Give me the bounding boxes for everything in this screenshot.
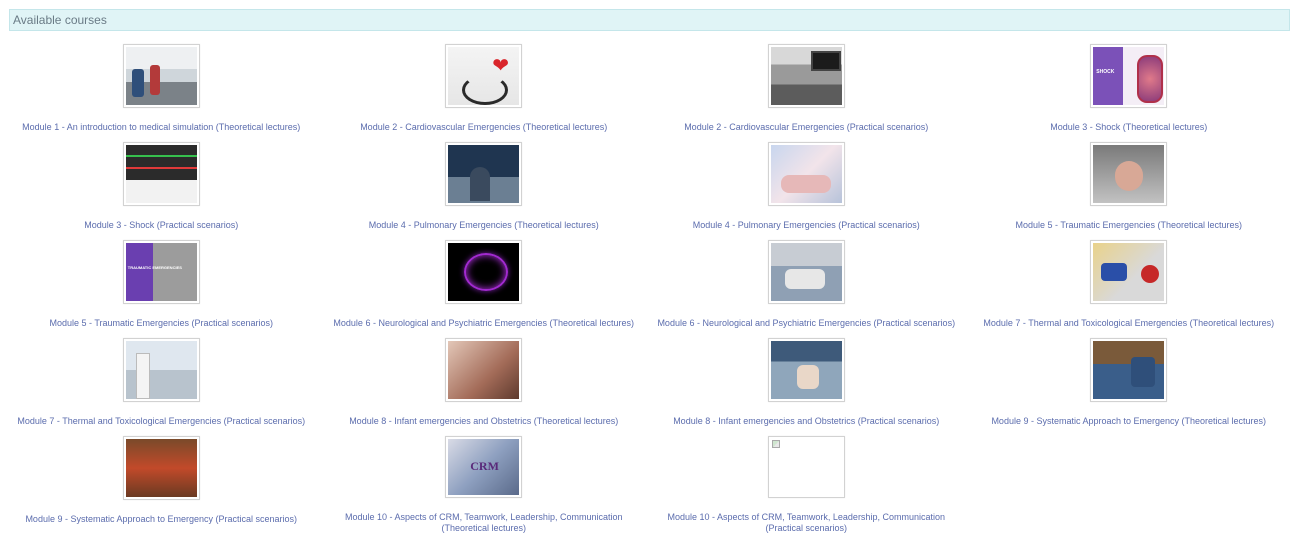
trauma-image-text: TRAUMATIC EMERGENCIES	[127, 265, 182, 270]
course-thumbnail[interactable]	[767, 436, 845, 498]
course-grid: Module 1 - An introduction to medical si…	[0, 44, 1290, 534]
course-title-link[interactable]: Module 7 - Thermal and Toxicological Eme…	[983, 318, 1274, 329]
course-title-link[interactable]: Module 4 - Pulmonary Emergencies (Practi…	[693, 220, 920, 231]
course-row: Module 7 - Thermal and Toxicological Eme…	[0, 338, 1290, 436]
simulation-room-image	[125, 47, 197, 105]
course-thumbnail[interactable]	[767, 338, 845, 402]
course-thumbnail[interactable]	[445, 142, 523, 206]
course-thumbnail[interactable]	[1090, 338, 1168, 402]
heart-stethoscope-image	[448, 47, 520, 105]
course-row: Module 3 - Shock (Practical scenarios) M…	[0, 142, 1290, 240]
course-card[interactable]: TRAUMATIC EMERGENCIES Module 5 - Traumat…	[0, 240, 323, 338]
course-title-link[interactable]: Module 9 - Systematic Approach to Emerge…	[991, 416, 1266, 427]
course-thumbnail[interactable]	[445, 240, 523, 304]
course-title-link[interactable]: Module 10 - Aspects of CRM, Teamwork, Le…	[656, 512, 956, 534]
course-title-link[interactable]: Module 4 - Pulmonary Emergencies (Theore…	[369, 220, 599, 231]
course-card[interactable]: Module 7 - Thermal and Toxicological Eme…	[968, 240, 1290, 338]
course-title-link[interactable]: Module 2 - Cardiovascular Emergencies (P…	[684, 122, 928, 133]
course-title-link[interactable]: Module 10 - Aspects of CRM, Teamwork, Le…	[334, 512, 634, 534]
course-thumbnail[interactable]	[445, 44, 523, 108]
course-card[interactable]: Module 9 - Systematic Approach to Emerge…	[968, 338, 1290, 436]
course-thumbnail[interactable]	[1090, 142, 1168, 206]
course-card[interactable]: Module 1 - An introduction to medical si…	[0, 44, 323, 142]
course-card[interactable]: Module 7 - Thermal and Toxicological Eme…	[0, 338, 323, 436]
course-card[interactable]: Module 4 - Pulmonary Emergencies (Practi…	[645, 142, 968, 240]
course-card[interactable]: Module 5 - Traumatic Emergencies (Theore…	[968, 142, 1290, 240]
course-card[interactable]: CRM Module 10 - Aspects of CRM, Teamwork…	[323, 436, 646, 534]
lab-scenario-image	[125, 341, 197, 399]
trauma-banner-image: TRAUMATIC EMERGENCIES	[125, 243, 197, 301]
broken-image	[770, 439, 842, 495]
patient-monitor-image	[770, 47, 842, 105]
pulmonary-image	[448, 145, 520, 203]
emergency-scenario-image	[125, 439, 197, 497]
toxicology-image	[1093, 243, 1165, 301]
empty-cell	[968, 436, 1290, 534]
course-card[interactable]: SHOCK Module 3 - Shock (Theoretical lect…	[968, 44, 1290, 142]
course-title-link[interactable]: Module 3 - Shock (Theoretical lectures)	[1050, 122, 1207, 133]
course-thumbnail[interactable]	[122, 142, 200, 206]
course-thumbnail[interactable]	[122, 44, 200, 108]
course-card[interactable]: Module 4 - Pulmonary Emergencies (Theore…	[323, 142, 646, 240]
course-thumbnail[interactable]	[767, 142, 845, 206]
course-title-link[interactable]: Module 8 - Infant emergencies and Obstet…	[349, 416, 618, 427]
course-title-link[interactable]: Module 5 - Traumatic Emergencies (Theore…	[1015, 220, 1242, 231]
course-row: Module 1 - An introduction to medical si…	[0, 44, 1290, 142]
course-thumbnail[interactable]	[445, 338, 523, 402]
ward-scenario-image	[770, 243, 842, 301]
course-card[interactable]: Module 3 - Shock (Practical scenarios)	[0, 142, 323, 240]
crm-image-text: CRM	[470, 459, 499, 473]
course-thumbnail[interactable]	[767, 240, 845, 304]
abdominal-trauma-image	[1093, 145, 1165, 203]
course-card[interactable]: Module 2 - Cardiovascular Emergencies (T…	[323, 44, 646, 142]
course-title-link[interactable]: Module 3 - Shock (Practical scenarios)	[84, 220, 238, 231]
broken-image-icon	[771, 440, 780, 448]
course-title-link[interactable]: Module 5 - Traumatic Emergencies (Practi…	[49, 318, 273, 329]
course-card[interactable]: Module 6 - Neurological and Psychiatric …	[323, 240, 646, 338]
course-thumbnail[interactable]: CRM	[445, 436, 523, 498]
course-title-link[interactable]: Module 6 - Neurological and Psychiatric …	[657, 318, 955, 329]
shock-image-text: SHOCK	[1096, 69, 1115, 75]
course-card[interactable]: Module 10 - Aspects of CRM, Teamwork, Le…	[645, 436, 968, 534]
course-title-link[interactable]: Module 1 - An introduction to medical si…	[22, 122, 300, 133]
infant-care-image	[770, 341, 842, 399]
course-thumbnail[interactable]: SHOCK	[1090, 44, 1168, 108]
course-thumbnail[interactable]	[767, 44, 845, 108]
course-card[interactable]: Module 9 - Systematic Approach to Emerge…	[0, 436, 323, 534]
pregnancy-image	[448, 341, 520, 399]
team-approach-image	[1093, 341, 1165, 399]
shock-banner-image: SHOCK	[1093, 47, 1165, 105]
course-card[interactable]: Module 8 - Infant emergencies and Obstet…	[323, 338, 646, 436]
course-thumbnail[interactable]	[122, 436, 200, 500]
course-title-link[interactable]: Module 7 - Thermal and Toxicological Eme…	[17, 416, 305, 427]
course-card[interactable]: Module 6 - Neurological and Psychiatric …	[645, 240, 968, 338]
course-title-link[interactable]: Module 8 - Infant emergencies and Obstet…	[673, 416, 939, 427]
course-card[interactable]: Module 8 - Infant emergencies and Obstet…	[645, 338, 968, 436]
course-title-link[interactable]: Module 6 - Neurological and Psychiatric …	[333, 318, 634, 329]
course-row: TRAUMATIC EMERGENCIES Module 5 - Traumat…	[0, 240, 1290, 338]
crm-team-image: CRM	[448, 439, 520, 495]
ventilation-image	[770, 145, 842, 203]
available-courses-header: Available courses	[9, 9, 1290, 31]
course-thumbnail[interactable]	[122, 338, 200, 402]
course-card[interactable]: Module 2 - Cardiovascular Emergencies (P…	[645, 44, 968, 142]
brain-image	[448, 243, 520, 301]
monitor-screen-image	[125, 145, 197, 203]
course-row: Module 9 - Systematic Approach to Emerge…	[0, 436, 1290, 534]
section-title: Available courses	[13, 13, 107, 27]
course-thumbnail[interactable]: TRAUMATIC EMERGENCIES	[122, 240, 200, 304]
course-thumbnail[interactable]	[1090, 240, 1168, 304]
course-title-link[interactable]: Module 9 - Systematic Approach to Emerge…	[25, 514, 297, 525]
course-title-link[interactable]: Module 2 - Cardiovascular Emergencies (T…	[360, 122, 607, 133]
